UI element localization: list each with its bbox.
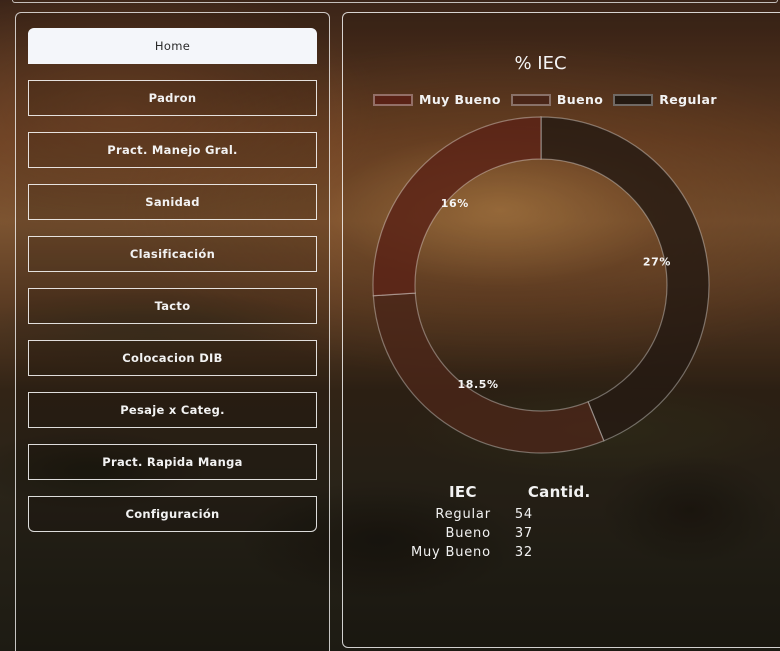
top-frame-edge [12,0,778,3]
nav-item-configuracion[interactable]: Configuración [28,496,317,532]
nav-item-pract-rapida-manga[interactable]: Pract. Rapida Manga [28,444,317,480]
donut-slice-regular[interactable] [540,116,710,442]
table-cell-value: 32 [514,545,533,560]
nav-item-padron[interactable]: Padron [28,80,317,116]
nav-item-pesaje-x-categ[interactable]: Pesaje x Categ. [28,392,317,428]
sidebar-nav: Home Padron Pract. Manejo Gral. Sanidad … [15,12,330,651]
slice-label-muy-bueno: 16% [441,197,469,210]
main-panel: % IEC Muy Bueno Bueno Regular 27% 18.5% 16… [342,12,780,648]
nav-item-sanidad[interactable]: Sanidad [28,184,317,220]
donut-slice-bueno[interactable] [372,292,605,454]
nav-item-pract-manejo-gral[interactable]: Pract. Manejo Gral. [28,132,317,168]
table-cell-value: 37 [514,526,533,541]
nav-item-clasificacion[interactable]: Clasificación [28,236,317,272]
table-cell-value: 54 [514,507,533,522]
table-cell-label: Muy Bueno [411,545,491,560]
nav-item-tacto[interactable]: Tacto [28,288,317,324]
slice-label-bueno: 18.5% [457,378,498,391]
table-header-cantid: Cantid. [527,483,591,501]
table-row: Muy Bueno 32 [411,543,604,562]
nav-item-colocacion-dib[interactable]: Colocacion DIB [28,340,317,376]
slice-label-regular: 27% [643,256,671,269]
table-row: Bueno 37 [411,524,604,543]
table-cell-label: Bueno [445,526,491,541]
table-header-iec: IEC [449,483,477,501]
nav-item-home[interactable]: Home [28,28,317,64]
table-cell-label: Regular [435,507,491,522]
donut-chart: 27% 18.5% 16% [372,116,710,454]
iec-table: IEC Cantid. Regular 54 Bueno 37 Muy Buen… [411,483,604,562]
table-row: Regular 54 [411,505,604,524]
